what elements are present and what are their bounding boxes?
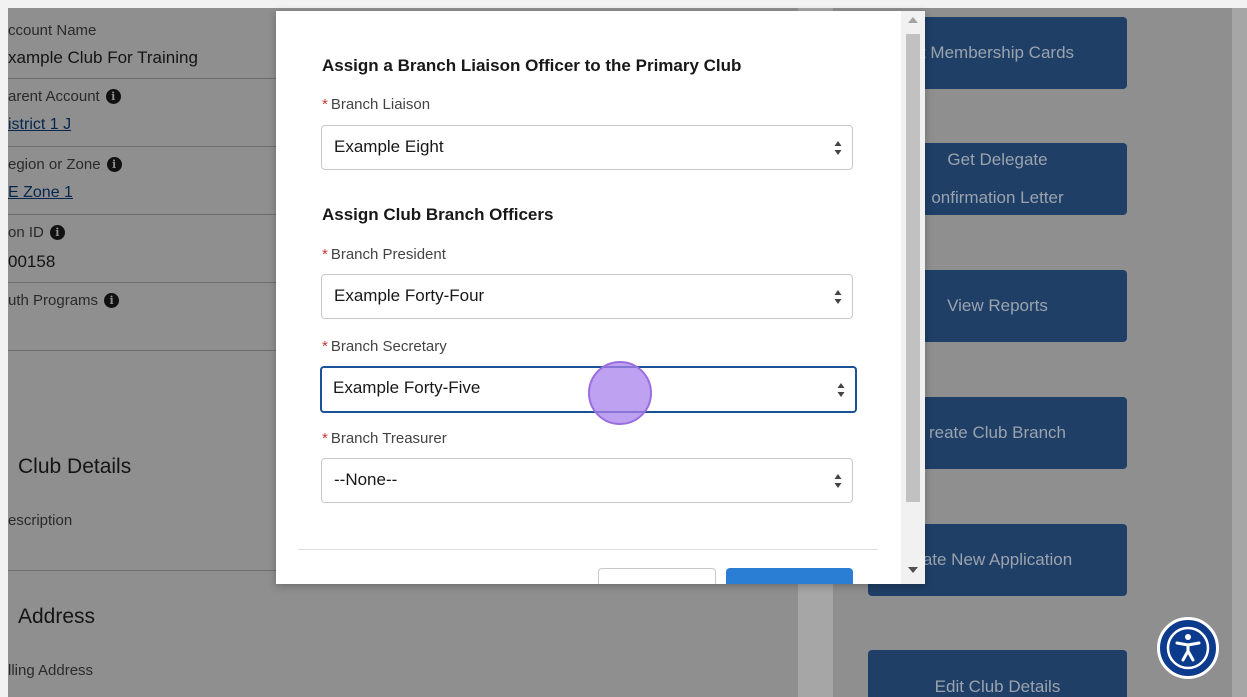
lion-id-field: on ID i 00158	[8, 222, 276, 282]
branch-secretary-label: * Branch Secretary	[322, 338, 447, 355]
field-divider	[8, 214, 276, 215]
branch-president-select[interactable]: Example Forty-Four	[321, 274, 853, 319]
field-divider	[8, 282, 276, 283]
region-label: egion or Zone i	[8, 156, 122, 173]
select-arrows-icon	[834, 474, 842, 488]
modal-scrollbar[interactable]	[901, 11, 925, 584]
top-bar	[0, 0, 1247, 8]
accessibility-icon	[1166, 626, 1210, 670]
page-left-edge	[0, 0, 8, 697]
account-name-field: ccount Name xample Club For Training	[8, 20, 276, 78]
select-arrows-icon	[837, 383, 845, 397]
officers-heading: Assign Club Branch Officers	[322, 205, 554, 224]
branch-treasurer-value: --None--	[334, 470, 398, 489]
lion-id-value: 00158	[8, 252, 56, 271]
info-icon[interactable]: i	[105, 89, 121, 104]
parent-account-label: arent Account i	[8, 88, 121, 105]
billing-address-label: lling Address	[8, 662, 94, 679]
click-indicator	[588, 361, 652, 425]
branch-president-label: * Branch President	[322, 246, 446, 263]
assign-officers-modal: Assign a Branch Liaison Officer to the P…	[276, 11, 925, 584]
modal-footer-divider	[298, 549, 878, 550]
button-label-line-2: onfirmation Letter	[931, 188, 1064, 207]
button-label: t Membership Cards	[920, 43, 1075, 62]
info-icon[interactable]: i	[104, 293, 120, 308]
branch-liaison-value: Example Eight	[334, 137, 444, 156]
branch-secretary-value: Example Forty-Five	[333, 378, 481, 397]
accessibility-button[interactable]	[1157, 617, 1219, 679]
button-label: ate New Application	[922, 550, 1073, 569]
required-marker: *	[322, 246, 328, 263]
branch-liaison-select[interactable]: Example Eight	[321, 125, 853, 170]
branch-treasurer-label: * Branch Treasurer	[322, 430, 447, 447]
required-marker: *	[322, 96, 328, 113]
page-gutter	[1232, 8, 1247, 697]
required-marker: *	[322, 338, 328, 355]
button-label-line-1: Get Delegate	[947, 150, 1048, 169]
youth-programs-field: uth Programs i	[8, 290, 276, 350]
account-name-label: ccount Name	[8, 22, 97, 39]
info-icon[interactable]: i	[49, 225, 65, 240]
field-divider	[8, 570, 276, 571]
region-field: egion or Zone i E Zone 1	[8, 154, 276, 214]
field-divider	[8, 146, 276, 147]
button-label: Edit Club Details	[934, 677, 1061, 696]
field-divider	[8, 78, 276, 79]
scroll-up-arrow-icon[interactable]	[908, 17, 918, 23]
branch-president-value: Example Forty-Four	[334, 286, 485, 305]
info-icon[interactable]: i	[106, 157, 122, 172]
region-link[interactable]: E Zone 1	[8, 184, 73, 202]
branch-treasurer-select[interactable]: --None--	[321, 458, 853, 503]
cancel-button[interactable]	[598, 568, 716, 584]
select-arrows-icon	[834, 141, 842, 155]
required-marker: *	[322, 430, 328, 447]
button-label: View Reports	[947, 296, 1048, 315]
parent-account-link[interactable]: istrict 1 J	[8, 116, 71, 134]
lion-id-label: on ID i	[8, 224, 65, 241]
field-divider	[8, 350, 276, 351]
button-label: reate Club Branch	[928, 423, 1067, 442]
club-details-heading: Club Details	[18, 455, 132, 478]
edit-club-details-button[interactable]: Edit Club Details	[868, 650, 1127, 697]
save-button[interactable]	[726, 568, 853, 584]
description-label: escription	[8, 512, 73, 529]
scrollbar-thumb[interactable]	[906, 34, 920, 502]
select-arrows-icon	[834, 290, 842, 304]
liaison-heading: Assign a Branch Liaison Officer to the P…	[322, 56, 742, 75]
branch-liaison-label: * Branch Liaison	[322, 96, 431, 113]
youth-programs-label: uth Programs i	[8, 292, 120, 309]
scroll-down-arrow-icon[interactable]	[908, 567, 918, 573]
parent-account-field: arent Account i istrict 1 J	[8, 86, 276, 146]
account-name-value: xample Club For Training	[8, 48, 198, 67]
modal-content: Assign a Branch Liaison Officer to the P…	[276, 11, 901, 584]
address-heading: Address	[18, 605, 96, 628]
